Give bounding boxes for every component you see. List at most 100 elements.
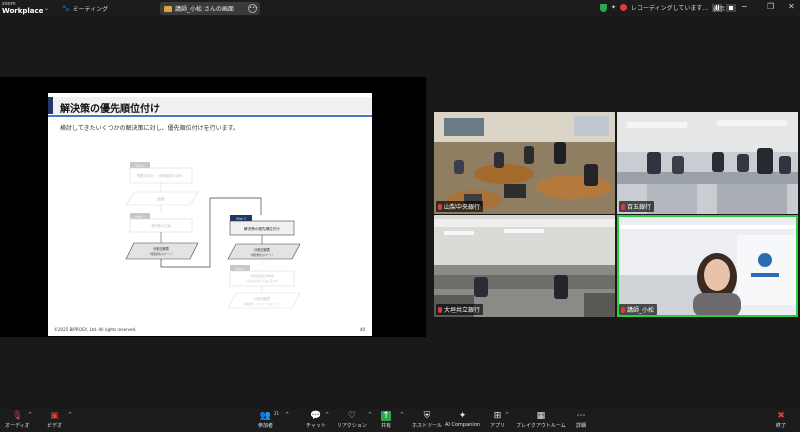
close-icon: ✖ xyxy=(777,411,785,421)
participants-label: 参加者 xyxy=(258,423,274,429)
step2-tag-text: Step 2 xyxy=(135,215,145,219)
more-icon: ⋯ xyxy=(576,411,586,421)
process-flow-diagram: Step 1 問題の見出し（状態変数の決め） 問題 Step 2 解決策の立案 … xyxy=(125,162,301,309)
participant-name: 大垣共立銀行 xyxy=(444,307,481,314)
heart-icon: ♡ xyxy=(347,411,356,421)
record-icon xyxy=(620,4,628,11)
analysis-record-1 xyxy=(125,242,199,260)
meeting-tab[interactable]: 🐾 ミーティング xyxy=(62,4,108,13)
participant-name: 講師_小松 xyxy=(627,307,655,314)
apps-label: アプリ xyxy=(490,423,506,429)
participant-video xyxy=(434,215,615,317)
paw-icon: 🐾 xyxy=(62,5,70,12)
ai-companion-label: AI Companion xyxy=(445,422,480,428)
slide-copyright: ©2025 BIPROGY, Ltd. All rights reserved. xyxy=(54,327,137,332)
step2-box-text: 解決策の立案 xyxy=(151,223,171,228)
participant-video xyxy=(434,112,615,214)
video-button[interactable]: ▣ ビデオ xyxy=(47,411,62,429)
analysis3-title: 分析記録表 xyxy=(254,296,271,301)
participant-name-label: 百五銀行 xyxy=(619,201,655,212)
breakout-rooms-button[interactable]: ▦ ブレイクアウトルーム xyxy=(516,411,566,429)
video-tile-4[interactable]: 講師_小松 xyxy=(617,215,798,317)
analysis2-title: 分析記録表 xyxy=(254,247,271,252)
app-logo[interactable]: zoom Workplace xyxy=(2,1,43,15)
mic-muted-icon xyxy=(438,203,442,210)
step4-tag-text: Step 4 xyxy=(235,267,245,271)
apps-caret-icon[interactable]: ^ xyxy=(505,412,509,418)
more-button[interactable]: ⋯ 詳細 xyxy=(576,411,586,429)
meeting-tab-label: ミーティング xyxy=(72,6,109,13)
share-caret-icon[interactable]: ^ xyxy=(400,412,404,418)
sparkle-icon: ✦ xyxy=(458,411,467,421)
apps-button[interactable]: ⊞ アプリ xyxy=(490,411,505,429)
host-tools-button[interactable]: ⛨ ホストツール xyxy=(412,411,442,429)
step4-box-sub: （分析を記録して次に活かす） xyxy=(244,279,280,283)
mic-muted-icon xyxy=(621,306,625,313)
video-tile-3[interactable]: 大垣共立銀行 xyxy=(434,215,615,317)
reactions-button[interactable]: ♡ リアクション xyxy=(337,411,367,429)
slide-page-number: 40 xyxy=(360,327,366,332)
mic-off-icon: 🎙 xyxy=(11,411,24,421)
step1-tag-text: Step 1 xyxy=(135,164,145,168)
step1-box-text: 問題の見出し（状態変数の決め） xyxy=(137,173,185,178)
participant-name: 百五銀行 xyxy=(627,204,652,211)
folder-icon xyxy=(164,5,172,12)
maximize-button[interactable]: ❐ xyxy=(767,2,774,11)
video-tile-2[interactable]: 百五銀行 xyxy=(617,112,798,214)
participant-name-label: 大垣共立銀行 xyxy=(436,304,484,315)
reactions-label: リアクション xyxy=(337,423,367,429)
video-tile-1[interactable]: 山梨中央銀行 xyxy=(434,112,615,214)
shield-icon[interactable] xyxy=(600,3,607,12)
video-label: ビデオ xyxy=(47,423,63,429)
participants-button[interactable]: 👥 参加者 xyxy=(258,411,273,429)
title-bar: zoom Workplace ⌄ 🐾 ミーティング 講師_小松 さんの画面 ••… xyxy=(0,0,800,17)
issue-text: 問題 xyxy=(158,197,165,202)
share-up-arrow-icon: ↑ xyxy=(381,411,391,421)
host-tools-label: ホストツール xyxy=(412,423,443,429)
analysis1-title: 分析記録表 xyxy=(153,246,170,251)
more-icon[interactable]: ••• xyxy=(248,4,258,13)
participant-name-label: 講師_小松 xyxy=(619,304,658,315)
end-label: 終了 xyxy=(776,423,787,429)
share-pill-label: 講師_小松 さんの画面 xyxy=(175,6,234,13)
mic-muted-icon xyxy=(621,203,625,210)
breakout-label: ブレイクアウトルーム xyxy=(516,423,566,429)
audio-label: オーディオ xyxy=(5,423,30,429)
chat-caret-icon[interactable]: ^ xyxy=(325,412,329,418)
brand-workplace-text: Workplace xyxy=(2,7,44,15)
video-off-icon: ▣ xyxy=(50,411,59,421)
reactions-caret-icon[interactable]: ^ xyxy=(368,412,372,418)
chat-button[interactable]: 💬 チャット xyxy=(306,411,326,429)
minimize-button[interactable]: − xyxy=(741,2,748,11)
analysis2-sub: （問題発生のパート） xyxy=(249,253,275,257)
view-menu[interactable]: 表示 xyxy=(713,4,725,13)
video-caret-icon[interactable]: ^ xyxy=(68,412,72,418)
participant-name: 山梨中央銀行 xyxy=(444,204,481,211)
audio-caret-icon[interactable]: ^ xyxy=(28,412,32,418)
audio-button[interactable]: 🎙 オーディオ xyxy=(5,411,30,429)
meeting-toolbar: 🎙 オーディオ ^ ▣ ビデオ ^ 👥 参加者 21 ^ 💬 チャット ^ ♡ … xyxy=(0,409,800,432)
chat-icon: 💬 xyxy=(310,411,322,421)
step3-box-text: 解決策の優先順位付け xyxy=(244,226,280,231)
people-icon: 👥 xyxy=(259,411,272,421)
shared-slide: 解決策の優先順位付け 検討してきたいくつかの解決策に対し、優先順位付けを行います… xyxy=(48,93,372,336)
analysis1-sub: （問題発生のパート） xyxy=(148,252,174,256)
chevron-down-icon[interactable]: ⌄ xyxy=(44,5,49,12)
apps-icon: ⊞ xyxy=(493,411,502,421)
step3-tag-text: Step 3 xyxy=(236,217,246,221)
step4-box-text: 分析記録表の作成 xyxy=(250,273,274,278)
close-button[interactable]: ✕ xyxy=(788,2,795,11)
ai-companion-button[interactable]: ✦ AI Companion xyxy=(445,411,480,428)
recording-label: レコーディングしています... xyxy=(631,5,709,12)
participant-video xyxy=(617,112,798,214)
participants-caret-icon[interactable]: ^ xyxy=(285,412,289,418)
share-button[interactable]: ↑ 共有 xyxy=(381,411,391,429)
stop-recording-button[interactable] xyxy=(726,3,737,12)
sparkle-icon[interactable]: ✦ xyxy=(611,4,616,11)
more-label: 詳細 xyxy=(576,423,587,429)
shield-icon: ⛨ xyxy=(423,411,431,421)
participants-count: 21 xyxy=(274,411,280,416)
share-indicator-pill[interactable]: 講師_小松 さんの画面 ••• xyxy=(160,2,260,15)
end-meeting-button[interactable]: ✖ 終了 xyxy=(776,411,786,429)
analysis3-sub: （問題発生、ボリュームのパート） xyxy=(241,302,282,306)
